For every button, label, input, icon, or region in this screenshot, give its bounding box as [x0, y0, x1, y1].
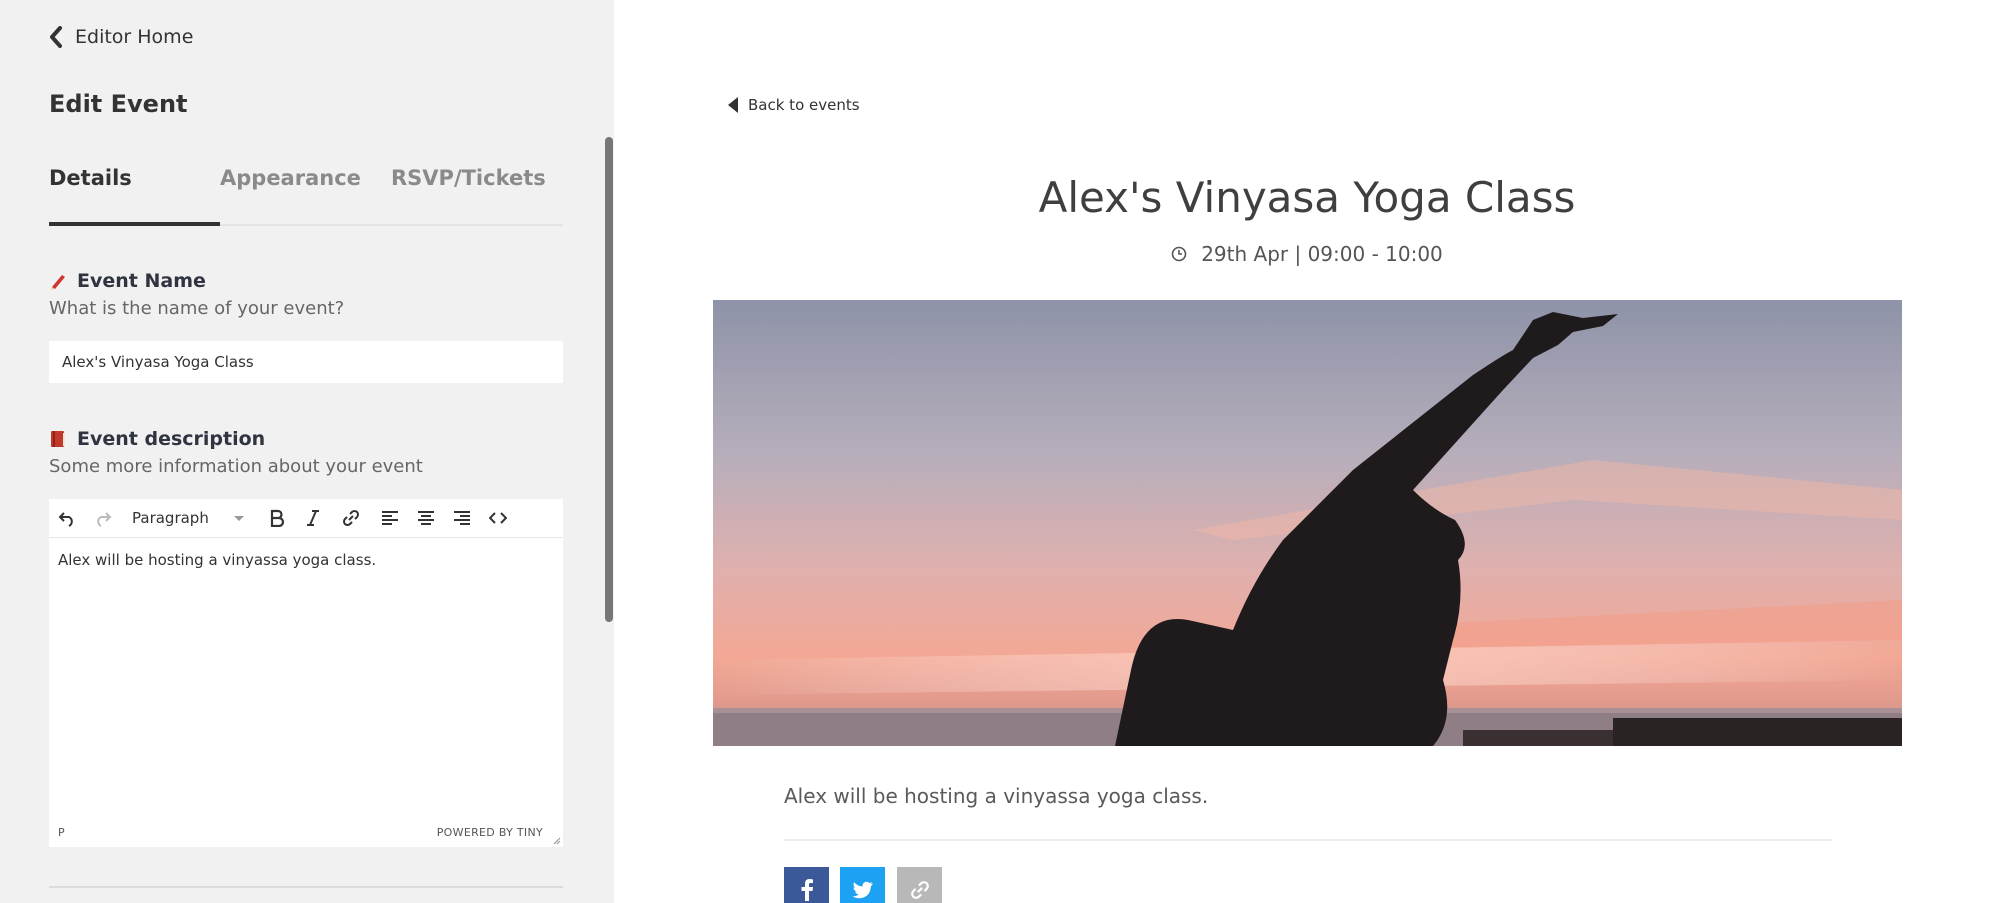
align-right-button[interactable]	[450, 506, 474, 530]
event-description-help: Some more information about your event	[49, 456, 423, 477]
share-facebook-button[interactable]	[784, 867, 829, 903]
tab-rsvp-tickets[interactable]: RSVP/Tickets	[391, 166, 546, 190]
twitter-icon	[852, 881, 873, 898]
undo-button[interactable]	[55, 506, 79, 530]
clock-icon	[1171, 246, 1187, 262]
link-icon	[910, 880, 929, 899]
page-title: Edit Event	[49, 90, 188, 118]
source-code-button[interactable]	[486, 506, 510, 530]
event-datetime-text: 29th Apr | 09:00 - 10:00	[1201, 242, 1443, 266]
share-link-button[interactable]	[897, 867, 942, 903]
scrollbar-thumb[interactable]	[605, 137, 613, 622]
event-name-label: Event Name	[49, 270, 206, 292]
editor-home-link[interactable]: Editor Home	[49, 26, 193, 48]
caret-left-icon	[728, 97, 738, 113]
back-to-events-label: Back to events	[748, 96, 860, 114]
editor-sidebar: Editor Home Edit Event Details Appearanc…	[0, 0, 614, 903]
italic-button[interactable]	[301, 506, 325, 530]
description-divider	[784, 839, 1832, 841]
active-tab-indicator	[49, 222, 220, 226]
event-description-label-text: Event description	[77, 428, 266, 450]
block-format-value: Paragraph	[132, 509, 209, 527]
align-right-icon	[454, 511, 470, 525]
event-description: Alex will be hosting a vinyassa yoga cla…	[784, 784, 1209, 808]
italic-icon	[307, 510, 319, 526]
link-icon	[342, 509, 360, 527]
tab-bar: Details Appearance RSVP/Tickets	[49, 160, 563, 226]
align-left-button[interactable]	[378, 506, 402, 530]
event-name-input[interactable]	[49, 341, 563, 383]
align-center-icon	[418, 511, 434, 525]
caret-down-icon	[234, 516, 244, 521]
redo-button[interactable]	[91, 506, 115, 530]
editor-content[interactable]: Alex will be hosting a vinyassa yoga cla…	[58, 551, 376, 569]
editor-home-label: Editor Home	[75, 26, 194, 48]
redo-icon	[97, 512, 112, 527]
resize-handle-icon[interactable]	[551, 835, 561, 845]
book-icon	[51, 431, 65, 447]
bold-icon	[270, 509, 285, 527]
event-preview: Back to events Alex's Vinyasa Yoga Class…	[614, 0, 2000, 903]
section-divider	[49, 886, 563, 888]
event-datetime: 29th Apr | 09:00 - 10:00	[614, 242, 2000, 266]
event-description-label: Event description	[49, 428, 265, 450]
event-hero-image	[713, 300, 1902, 746]
pencil-icon	[51, 275, 65, 290]
code-icon	[489, 512, 507, 524]
event-title: Alex's Vinyasa Yoga Class	[1038, 173, 1576, 222]
powered-by-tiny[interactable]: POWERED BY TINY	[437, 826, 543, 839]
share-twitter-button[interactable]	[840, 867, 885, 903]
undo-icon	[58, 512, 73, 527]
facebook-icon	[801, 878, 813, 901]
event-name-label-text: Event Name	[77, 270, 206, 292]
align-left-icon	[382, 511, 398, 525]
bold-button[interactable]	[265, 506, 289, 530]
rich-text-editor: Paragraph Alex will be hosting a vinyass…	[49, 499, 563, 847]
block-format-select[interactable]: Paragraph	[132, 506, 252, 530]
tab-details[interactable]: Details	[49, 166, 132, 190]
editor-toolbar: Paragraph	[49, 499, 563, 538]
align-center-button[interactable]	[414, 506, 438, 530]
tab-appearance[interactable]: Appearance	[220, 166, 361, 190]
back-to-events-link[interactable]: Back to events	[728, 96, 860, 114]
element-path[interactable]: P	[58, 826, 65, 839]
chevron-left-icon	[50, 26, 62, 48]
event-name-help: What is the name of your event?	[49, 298, 345, 319]
link-button[interactable]	[339, 506, 363, 530]
